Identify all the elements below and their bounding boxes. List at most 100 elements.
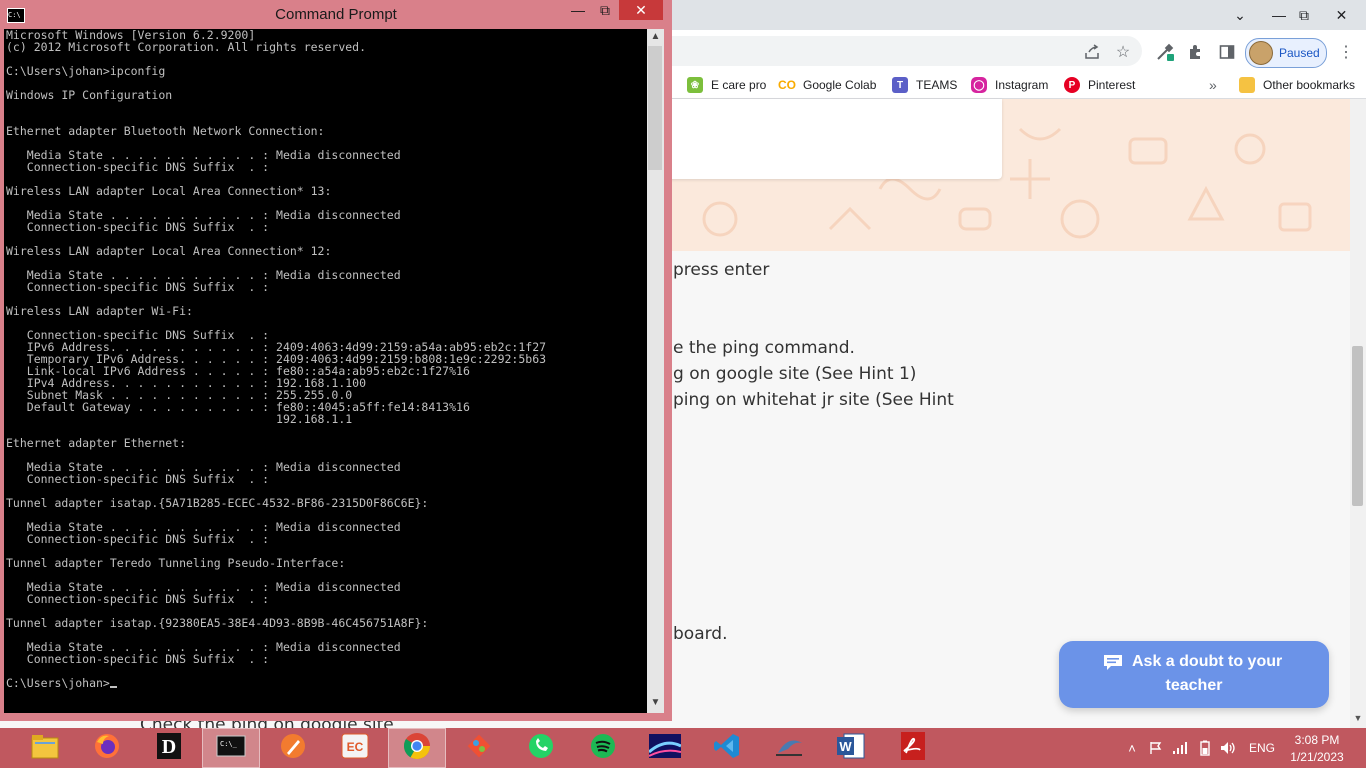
profile-status-label: Paused	[1279, 46, 1320, 60]
scroll-down-arrow-icon[interactable]: ▼	[647, 697, 664, 711]
taskbar-command-prompt-button[interactable]: C:\_	[202, 728, 260, 768]
volume-icon[interactable]	[1219, 736, 1237, 760]
console-line: Ethernet adapter Bluetooth Network Conne…	[6, 124, 325, 138]
word-icon: W	[836, 732, 866, 765]
taskbar-media-app-button[interactable]	[636, 728, 694, 768]
console-scroll-thumb[interactable]	[648, 46, 662, 170]
taskbar-vscode-button[interactable]	[698, 728, 756, 768]
console-line: Wireless LAN adapter Local Area Connecti…	[6, 184, 332, 198]
show-hidden-icons-icon[interactable]: ˄	[1125, 736, 1139, 760]
ask-doubt-label: teacher	[1165, 677, 1223, 694]
leaf-icon: ❀	[687, 77, 703, 93]
chrome-icon	[402, 731, 432, 766]
close-icon[interactable]: ✕	[1317, 0, 1366, 30]
taskbar-word-button[interactable]: W	[822, 728, 880, 768]
minimize-icon[interactable]: —	[563, 0, 593, 20]
instruction-text: press enter	[673, 260, 770, 280]
console-line: Connection-specific DNS Suffix . :	[6, 532, 270, 546]
clock-date[interactable]: 1/21/2023	[1282, 750, 1352, 764]
svg-text:EC: EC	[347, 740, 364, 754]
instruction-text: e the ping command.	[673, 338, 855, 358]
vscode-icon	[713, 732, 741, 765]
bookmark-pinterest[interactable]: P Pinterest	[1064, 76, 1135, 94]
console-output[interactable]: Microsoft Windows [Version 6.2.9200] (c) …	[4, 29, 647, 713]
taskbar-file-explorer-button[interactable]	[16, 728, 74, 768]
bookmark-star-icon[interactable]: ☆	[1113, 42, 1133, 62]
console-line: C:\Users\johan>ipconfig	[6, 64, 166, 78]
battery-icon[interactable]	[1196, 736, 1214, 760]
network-signal-icon[interactable]	[1171, 736, 1189, 760]
bookmark-instagram[interactable]: ◯ Instagram	[971, 76, 1048, 94]
close-icon[interactable]: ✕	[619, 0, 663, 20]
acrobat-icon	[899, 731, 927, 766]
svg-text:C:\_: C:\_	[220, 740, 238, 748]
taskbar-chrome-button[interactable]	[388, 728, 446, 768]
command-prompt-window[interactable]: C:\ Command Prompt — ⧉ ✕ Microsoft Windo…	[0, 0, 672, 721]
bookmark-label: Other bookmarks	[1263, 78, 1356, 92]
clock-time[interactable]: 3:08 PM	[1282, 733, 1352, 747]
cmd-titlebar[interactable]: C:\ Command Prompt — ⧉ ✕	[0, 0, 672, 29]
instruction-text: g on google site (See Hint 1)	[673, 364, 917, 384]
svg-text:D: D	[162, 736, 176, 758]
bookmark-label: E care pro	[711, 78, 767, 92]
hero-card	[660, 99, 1002, 179]
restore-icon[interactable]: ⧉	[1287, 0, 1321, 30]
bookmark-label: Google Colab	[803, 78, 877, 92]
console-line: Connection-specific DNS Suffix . :	[6, 280, 270, 294]
chrome-menu-icon[interactable]: ⋮	[1336, 42, 1356, 62]
flag-icon[interactable]	[1147, 736, 1165, 760]
taskbar-firefox-button[interactable]	[78, 728, 136, 768]
console-line: (c) 2012 Microsoft Corporation. All righ…	[6, 40, 367, 54]
console-line: Connection-specific DNS Suffix . :	[6, 652, 270, 666]
ask-doubt-button[interactable]: Ask a doubt to your teacher	[1059, 641, 1329, 708]
bookmark-label: TEAMS	[916, 78, 958, 92]
prompt-text: C:\Users\johan>	[6, 676, 110, 690]
page-scroll-thumb[interactable]	[1352, 346, 1363, 506]
instagram-icon: ◯	[971, 77, 987, 93]
git-icon	[465, 732, 493, 765]
scroll-down-arrow-icon[interactable]: ▼	[1350, 710, 1366, 726]
ask-doubt-label: Ask a doubt to your	[1132, 653, 1283, 670]
address-bar[interactable]	[672, 36, 1142, 66]
extension-eyedropper-icon[interactable]	[1155, 42, 1175, 62]
profile-paused-button[interactable]: Paused	[1245, 38, 1327, 68]
extensions-puzzle-icon[interactable]	[1185, 42, 1205, 62]
console-line: Connection-specific DNS Suffix . :	[6, 220, 270, 234]
taskbar-git-button[interactable]	[450, 728, 508, 768]
scroll-up-arrow-icon[interactable]: ▲	[647, 31, 664, 45]
bookmark-google-colab[interactable]: CO Google Colab	[778, 76, 877, 94]
console-line: Tunnel adapter Teredo Tunneling Pseudo-I…	[6, 556, 346, 570]
taskbar-wireshark-button[interactable]	[760, 728, 818, 768]
bookmark-e-care-pro[interactable]: ❀ E care pro	[687, 76, 766, 94]
whatsapp-icon	[527, 732, 555, 765]
restore-icon[interactable]: ⧉	[590, 0, 620, 20]
taskbar-whatsapp-button[interactable]	[512, 728, 570, 768]
wireshark-icon	[774, 733, 804, 764]
bookmark-teams[interactable]: T TEAMS	[892, 76, 957, 94]
language-indicator[interactable]: ENG	[1249, 741, 1275, 755]
firefox-icon	[93, 732, 121, 765]
ec-app-icon: EC	[341, 733, 369, 764]
bookmarks-overflow-button[interactable]: »	[1209, 76, 1217, 94]
taskbar-ec-app-button[interactable]: EC	[326, 728, 384, 768]
d-app-icon: D	[156, 732, 182, 765]
console-line: Wireless LAN adapter Wi-Fi:	[6, 304, 193, 318]
paint-brush-icon	[279, 732, 307, 765]
file-explorer-icon	[30, 732, 60, 765]
side-panel-icon[interactable]	[1217, 42, 1237, 62]
taskbar-paint-brush-button[interactable]	[264, 728, 322, 768]
console-line: Tunnel adapter isatap.{92380EA5-38E4-4D9…	[6, 616, 429, 630]
instruction-text: board.	[673, 624, 728, 644]
taskbar-acrobat-button[interactable]	[884, 728, 942, 768]
tab-search-icon[interactable]: ⌄	[1223, 0, 1257, 30]
console-line: Connection-specific DNS Suffix . :	[6, 592, 270, 606]
taskbar-spotify-button[interactable]	[574, 728, 632, 768]
share-icon[interactable]	[1082, 42, 1102, 62]
spotify-icon	[589, 732, 617, 765]
other-bookmarks-folder[interactable]: Other bookmarks	[1239, 76, 1355, 94]
console-prompt[interactable]: C:\Users\johan>	[6, 677, 546, 689]
taskbar-d-app-button[interactable]: D	[140, 728, 198, 768]
pinterest-icon: P	[1064, 77, 1080, 93]
text-cursor	[109, 686, 117, 688]
